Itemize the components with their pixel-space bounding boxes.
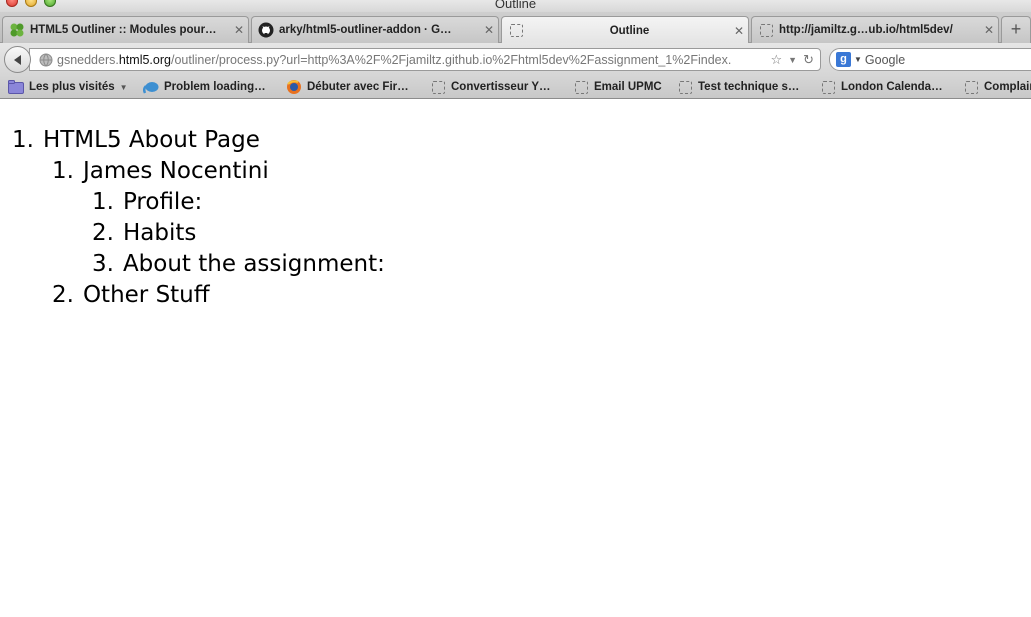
- outline-item: 1. Profile:: [12, 187, 385, 218]
- firefox-icon: [286, 79, 302, 95]
- outline-number: 1.: [12, 127, 34, 153]
- bookmark-label: London Calenda…: [841, 81, 943, 93]
- folder-icon: [8, 79, 24, 95]
- outline-number: 3.: [92, 251, 114, 277]
- search-engine-dropdown-icon[interactable]: ▼: [854, 55, 862, 64]
- outline-item: 3. About the assignment:: [12, 249, 385, 280]
- outline-number: 2.: [52, 282, 74, 308]
- outline-text: HTML5 About Page: [42, 127, 260, 153]
- close-icon[interactable]: ✕: [730, 24, 748, 38]
- outline-item: 1. HTML5 About Page: [12, 125, 385, 156]
- window-title: Outline: [494, 0, 537, 11]
- bookmark-label: Problem loading…: [164, 81, 266, 93]
- outline-number: 1.: [92, 189, 114, 215]
- window-titlebar: Outline: [0, 0, 1031, 12]
- back-arrow-icon: [13, 54, 21, 65]
- blank-page-icon: [758, 22, 774, 38]
- close-icon[interactable]: ✕: [980, 23, 998, 37]
- globe-icon: [39, 53, 53, 67]
- tab-jamiltz-html5dev[interactable]: http://jamiltz.g…ub.io/html5dev/ ✕: [751, 16, 999, 43]
- reload-icon[interactable]: ↻: [803, 52, 814, 68]
- tab-outline[interactable]: Outline ✕: [501, 16, 749, 44]
- blank-page-icon: [430, 79, 446, 95]
- bookmark-label: Débuter avec Fir…: [307, 81, 409, 93]
- search-bar[interactable]: g ▼ Google: [829, 48, 1031, 71]
- search-input[interactable]: Google: [865, 53, 905, 67]
- tab-label: Outline: [609, 24, 650, 37]
- bookmark-label: Email UPMC: [594, 81, 662, 93]
- outline-text: James Nocentini: [82, 158, 269, 184]
- blank-page-icon: [508, 23, 524, 39]
- outline-number: 1.: [52, 158, 74, 184]
- bookmark-test-technique[interactable]: Test technique s…: [677, 79, 799, 95]
- new-tab-button[interactable]: +: [1001, 16, 1031, 43]
- tab-label: HTML5 Outliner :: Modules pour…: [30, 24, 217, 36]
- url-bar[interactable]: gsnedders.html5.org/outliner/process.py?…: [29, 48, 821, 71]
- bookmark-les-plus-visites[interactable]: Les plus visités ▼: [8, 79, 128, 95]
- bookmark-label: Complair: [984, 81, 1031, 93]
- page-content: 1. HTML5 About Page 1. James Nocentini 1. P…: [0, 100, 1031, 617]
- blank-page-icon: [677, 79, 693, 95]
- navigation-bar: gsnedders.html5.org/outliner/process.py?…: [0, 43, 1031, 75]
- blank-page-icon: [573, 79, 589, 95]
- document-outline: 1. HTML5 About Page 1. James Nocentini 1. P…: [12, 125, 385, 311]
- chevron-down-icon: ▼: [119, 82, 128, 92]
- bookmark-london-calendar[interactable]: London Calenda…: [820, 79, 943, 95]
- blank-page-icon: [820, 79, 836, 95]
- close-icon[interactable]: ✕: [230, 23, 248, 37]
- bookmark-label: Les plus visités: [29, 81, 115, 93]
- bookmark-problem-loading[interactable]: Problem loading…: [143, 79, 266, 95]
- outline-item: 2. Habits: [12, 218, 385, 249]
- tab-strip: HTML5 Outliner :: Modules pour… ✕ arky/h…: [0, 12, 1031, 44]
- outline-item: 2. Other Stuff: [12, 280, 385, 311]
- history-dropdown-icon[interactable]: ▼: [788, 55, 797, 65]
- star-bookmark-icon[interactable]: ☆: [771, 52, 783, 68]
- outline-text: Profile:: [122, 189, 203, 215]
- outline-text: About the assignment:: [122, 251, 385, 277]
- blank-page-icon: [963, 79, 979, 95]
- close-icon[interactable]: ✕: [480, 23, 498, 37]
- bookmark-label: Test technique s…: [698, 81, 800, 93]
- outline-item: 1. James Nocentini: [12, 156, 385, 187]
- puzzle-icon: [9, 22, 25, 38]
- outline-text: Other Stuff: [82, 282, 210, 308]
- tab-github-addon[interactable]: arky/html5-outliner-addon · G… ✕: [251, 16, 499, 43]
- bookmarks-toolbar: Les plus visités ▼ Problem loading… Débu…: [0, 75, 1031, 99]
- tab-label: arky/html5-outliner-addon · G…: [279, 24, 452, 36]
- bookmark-debuter-avec-firefox[interactable]: Débuter avec Fir…: [286, 79, 409, 95]
- tab-html5-outliner[interactable]: HTML5 Outliner :: Modules pour… ✕: [2, 16, 249, 43]
- outline-text: Habits: [122, 220, 197, 246]
- bookmark-convertisseur[interactable]: Convertisseur Y…: [430, 79, 551, 95]
- elephant-icon: [143, 79, 159, 95]
- google-search-engine-icon[interactable]: g: [836, 52, 851, 67]
- bookmark-label: Convertisseur Y…: [451, 81, 551, 93]
- github-icon: [258, 22, 274, 38]
- bookmark-email-upmc[interactable]: Email UPMC: [573, 79, 662, 95]
- url-text: gsnedders.html5.org/outliner/process.py?…: [57, 52, 732, 67]
- tab-label: http://jamiltz.g…ub.io/html5dev/: [779, 24, 953, 36]
- outline-number: 2.: [92, 220, 114, 246]
- back-button[interactable]: [4, 46, 31, 73]
- bookmark-complair[interactable]: Complair: [963, 79, 1031, 95]
